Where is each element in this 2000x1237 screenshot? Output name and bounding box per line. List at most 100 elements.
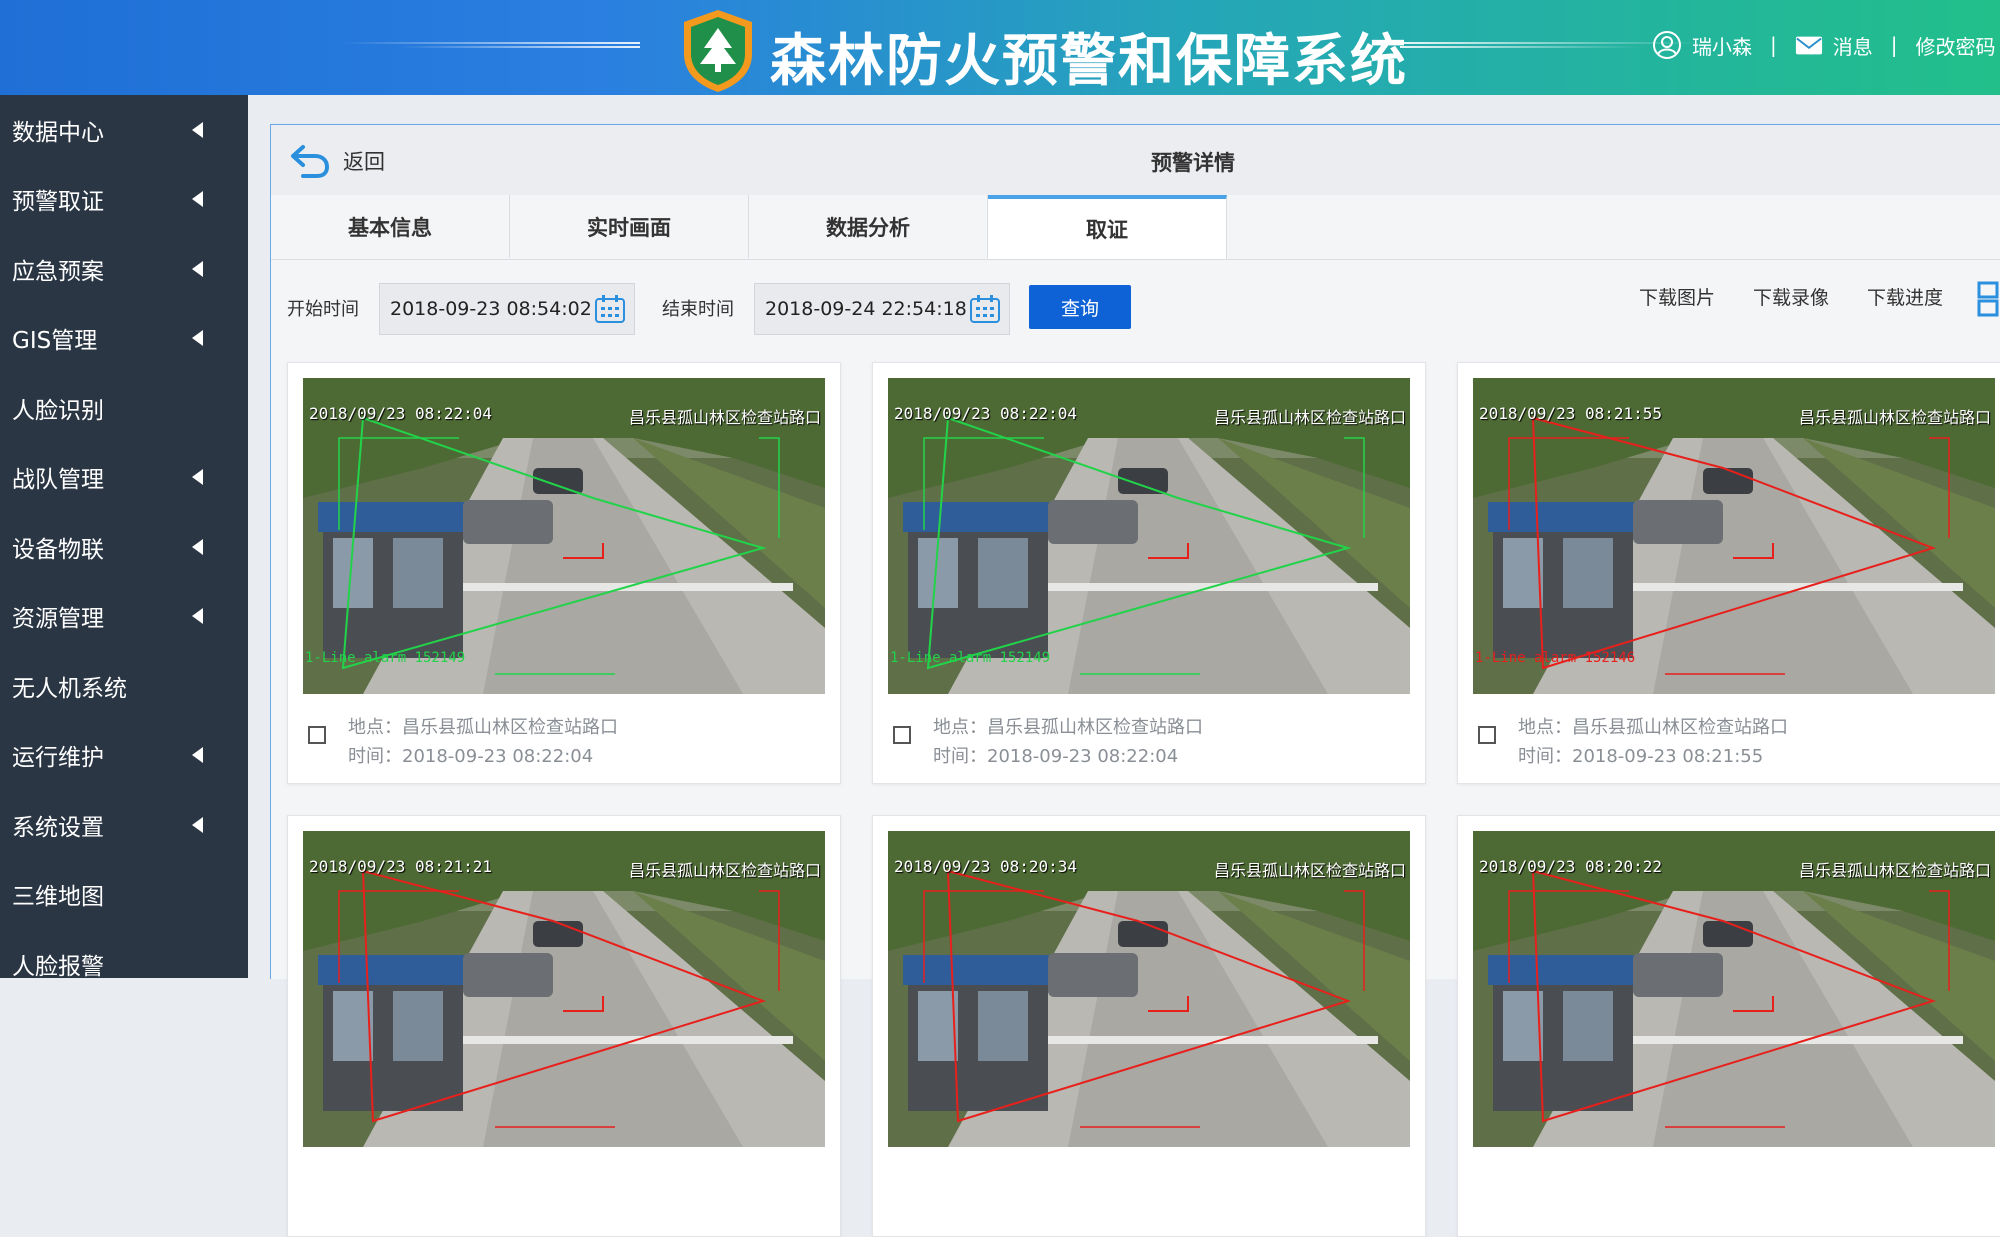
card-location: 地点：昌乐县孤山林区检查站路口	[933, 717, 1203, 738]
overlay-location: 昌乐县孤山林区检查站路口	[1798, 861, 1991, 880]
detail-tabs: 基本信息 实时画面 数据分析 取证	[271, 195, 2000, 260]
sidebar-item-maintenance[interactable]: 运行维护	[0, 721, 248, 791]
tab-evidence[interactable]: 取证	[988, 195, 1227, 259]
sidebar-item-label: 无人机系统	[12, 675, 127, 702]
back-arrow-icon	[291, 145, 330, 178]
user-icon	[1653, 31, 1681, 59]
sidebar-item-label: 运行维护	[12, 745, 104, 772]
evidence-card[interactable]: 2018/09/23 08:20:22 昌乐县孤山林区检查站路口	[1457, 815, 2000, 1237]
card-time: 时间：2018-09-23 08:22:04	[348, 746, 594, 767]
evidence-snapshot[interactable]: 2018/09/23 08:20:22 昌乐县孤山林区检查站路口	[1473, 831, 1995, 1147]
sidebar-item-resources[interactable]: 资源管理	[0, 582, 248, 652]
header-decoration-left	[340, 42, 640, 48]
tab-data-analysis[interactable]: 数据分析	[749, 195, 988, 258]
sidebar-item-drone[interactable]: 无人机系统	[0, 651, 248, 721]
evidence-snapshot[interactable]: 2018/09/23 08:21:21 昌乐县孤山林区检查站路口	[303, 831, 825, 1147]
back-button[interactable]: 返回	[289, 143, 385, 179]
overlay-alarm-text: 1-Line alarm 152146	[1475, 650, 1636, 666]
panel-title: 预警详情	[1151, 151, 1235, 175]
evidence-card[interactable]: 2018/09/23 08:22:04 昌乐县孤山林区检查站路口 1-Line al…	[287, 362, 841, 784]
change-password-link[interactable]: 修改密码	[1916, 31, 1996, 60]
evidence-card[interactable]: 2018/09/23 08:21:21 昌乐县孤山林区检查站路口	[287, 815, 841, 1237]
evidence-snapshot[interactable]: 2018/09/23 08:22:04 昌乐县孤山林区检查站路口 1-Line al…	[303, 378, 825, 694]
evidence-card[interactable]: 2018/09/23 08:20:34 昌乐县孤山林区检查站路口	[872, 815, 1426, 1237]
expand-arrow-icon	[192, 191, 203, 208]
sidebar-item-iot[interactable]: 设备物联	[0, 512, 248, 582]
forest-shield-logo	[684, 10, 752, 92]
user-name-link[interactable]: 瑞小森	[1692, 31, 1752, 60]
overlay-location: 昌乐县孤山林区检查站路口	[628, 408, 821, 427]
sidebar-item-3d-map[interactable]: 三维地图	[0, 860, 248, 930]
evidence-snapshot[interactable]: 2018/09/23 08:21:55 昌乐县孤山林区检查站路口 1-Line al…	[1473, 378, 1995, 694]
overlay-alarm-text: 1-Line alarm 152149	[890, 650, 1051, 666]
overlay-location: 昌乐县孤山林区检查站路口	[628, 861, 821, 880]
sidebar-item-face-alarm[interactable]: 人脸报警	[0, 929, 248, 999]
sidebar-item-face-recognition[interactable]: 人脸识别	[0, 373, 248, 443]
end-time-value: 2018-09-24 22:54:18	[765, 298, 967, 320]
sidebar-item-label: 数据中心	[12, 119, 104, 146]
evidence-snapshot[interactable]: 2018/09/23 08:20:34 昌乐县孤山林区检查站路口	[888, 831, 1410, 1147]
card-info: 地点：昌乐县孤山林区检查站路口 时间：2018-09-23 08:22:04	[348, 713, 618, 771]
sidebar-item-label: 三维地图	[12, 884, 104, 911]
card-time: 时间：2018-09-23 08:21:55	[1518, 746, 1764, 767]
expand-arrow-icon	[192, 747, 203, 764]
grid-view-icon[interactable]	[1977, 281, 2000, 317]
overlay-timestamp: 2018/09/23 08:20:22	[1479, 857, 1663, 876]
overlay-timestamp: 2018/09/23 08:21:55	[1479, 404, 1663, 423]
alert-detail-panel: 返回 预警详情 基本信息 实时画面 数据分析 取证 开始时间 2018-09-2…	[270, 124, 2000, 1237]
expand-arrow-icon	[192, 330, 203, 347]
sidebar-item-label: 系统设置	[12, 814, 104, 841]
overlay-alarm-text: 1-Line alarm 152149	[305, 650, 466, 666]
evidence-card[interactable]: 2018/09/23 08:22:04 昌乐县孤山林区检查站路口 1-Line al…	[872, 362, 1426, 784]
evidence-card[interactable]: 2018/09/23 08:21:55 昌乐县孤山林区检查站路口 1-Line al…	[1457, 362, 2000, 784]
card-location: 地点：昌乐县孤山林区检查站路口	[348, 717, 618, 738]
start-time-input[interactable]: 2018-09-23 08:54:02	[379, 283, 635, 335]
expand-arrow-icon	[192, 121, 203, 138]
start-time-value: 2018-09-23 08:54:02	[390, 298, 592, 320]
overlay-timestamp: 2018/09/23 08:22:04	[309, 404, 493, 423]
app-header: 森林防火预警和保障系统 瑞小森 | 消息 | 修改密码	[0, 0, 2000, 95]
select-checkbox[interactable]	[893, 726, 911, 744]
sidebar-item-label: GIS管理	[12, 328, 98, 355]
calendar-icon[interactable]	[594, 294, 626, 324]
download-progress-button[interactable]: 下载进度	[1867, 283, 1943, 310]
expand-arrow-icon	[192, 260, 203, 277]
back-label: 返回	[343, 150, 385, 174]
expand-arrow-icon	[192, 608, 203, 625]
select-checkbox[interactable]	[1478, 726, 1496, 744]
card-info: 地点：昌乐县孤山林区检查站路口 时间：2018-09-23 08:22:04	[933, 713, 1203, 771]
overlay-location: 昌乐县孤山林区检查站路口	[1213, 861, 1406, 880]
overlay-location: 昌乐县孤山林区检查站路口	[1213, 408, 1406, 427]
card-info: 地点：昌乐县孤山林区检查站路口 时间：2018-09-23 08:21:55	[1518, 713, 1788, 771]
sidebar-item-label: 应急预案	[12, 258, 104, 285]
sidebar-item-label: 人脸报警	[12, 953, 104, 980]
sidebar-item-team[interactable]: 战队管理	[0, 443, 248, 513]
end-time-input[interactable]: 2018-09-24 22:54:18	[754, 283, 1010, 335]
download-image-button[interactable]: 下载图片	[1639, 283, 1715, 310]
app-title: 森林防火预警和保障系统	[770, 29, 1408, 94]
download-video-button[interactable]: 下载录像	[1753, 283, 1829, 310]
sidebar-item-label: 战队管理	[12, 467, 104, 494]
expand-arrow-icon	[192, 469, 203, 486]
query-button[interactable]: 查询	[1029, 285, 1131, 329]
sidebar-item-label: 设备物联	[12, 536, 104, 563]
overlay-timestamp: 2018/09/23 08:20:34	[894, 857, 1078, 876]
sidebar-item-emergency-plan[interactable]: 应急预案	[0, 234, 248, 304]
sidebar-item-settings[interactable]: 系统设置	[0, 790, 248, 860]
messages-link[interactable]: 消息	[1833, 31, 1873, 60]
sidebar-item-alert-evidence[interactable]: 预警取证	[0, 165, 248, 235]
overlay-timestamp: 2018/09/23 08:22:04	[894, 404, 1078, 423]
evidence-snapshot[interactable]: 2018/09/23 08:22:04 昌乐县孤山林区检查站路口 1-Line al…	[888, 378, 1410, 694]
select-checkbox[interactable]	[308, 726, 326, 744]
sidebar-menu: 数据中心 预警取证 应急预案 GIS管理 人脸识别 战队管理 设备物联 资源管理…	[0, 95, 248, 980]
sidebar-item-data-center[interactable]: 数据中心	[0, 95, 248, 165]
overlay-location: 昌乐县孤山林区检查站路口	[1798, 408, 1991, 427]
card-time: 时间：2018-09-23 08:22:04	[933, 746, 1179, 767]
sidebar-item-gis[interactable]: GIS管理	[0, 304, 248, 374]
tab-basic-info[interactable]: 基本信息	[271, 195, 510, 258]
tab-live-view[interactable]: 实时画面	[510, 195, 749, 258]
sidebar-item-label: 预警取证	[12, 189, 104, 216]
separator: |	[1770, 33, 1777, 57]
card-location: 地点：昌乐县孤山林区检查站路口	[1518, 717, 1788, 738]
calendar-icon[interactable]	[969, 294, 1001, 324]
